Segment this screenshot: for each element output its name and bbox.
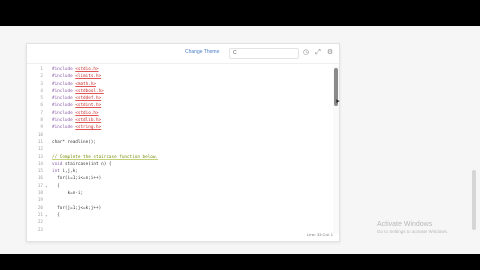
- code-line[interactable]: 10: [27, 132, 333, 139]
- code-text: {: [52, 183, 60, 189]
- code-line[interactable]: 6 #include <stdint.h>: [27, 102, 333, 109]
- line-number: 12: [37, 147, 43, 153]
- code-line[interactable]: 5 #include <stddef.h>: [27, 95, 333, 102]
- code-line[interactable]: 18 k=n-i;: [27, 190, 333, 197]
- fold-arrow-icon[interactable]: ▾: [45, 212, 47, 219]
- code-text: #include <stdio.h>: [52, 67, 99, 72]
- mouse-cursor-icon: ➤: [335, 99, 341, 105]
- code-line[interactable]: 1 #include <stdio.h>: [27, 66, 333, 73]
- line-number: 14: [37, 161, 43, 167]
- language-select[interactable]: C: [229, 48, 299, 59]
- line-number: 5: [40, 96, 43, 102]
- code-line[interactable]: 14 void staircase(int n) {: [27, 161, 333, 168]
- code-line[interactable]: 20 for(j=1;j<=k;j++): [27, 205, 333, 212]
- line-number: 16: [37, 176, 43, 182]
- watermark-title: Activate Windows: [377, 221, 433, 228]
- code-text: #include <string.h>: [52, 125, 102, 131]
- code-line[interactable]: 12: [27, 146, 333, 153]
- line-number: 9: [40, 125, 43, 131]
- line-number: 1: [40, 67, 43, 72]
- line-number: 20: [37, 205, 43, 211]
- settings-icon[interactable]: ⚙: [326, 49, 334, 57]
- language-value: C: [233, 50, 237, 56]
- line-number: 13: [37, 154, 43, 160]
- code-text: #include <stdbool.h>: [52, 88, 104, 94]
- code-text: #include <stddef.h>: [52, 96, 102, 102]
- code-text: // Complete the staircase function below…: [52, 154, 159, 160]
- line-number: 18: [37, 191, 43, 197]
- code-line[interactable]: 11 char* readline();: [27, 139, 333, 146]
- watermark-subtitle: Go to Settings to activate Windows.: [377, 229, 449, 234]
- line-number: 2: [40, 74, 43, 80]
- code-text: {: [52, 212, 60, 218]
- code-text: #include <stdlib.h>: [52, 118, 102, 124]
- code-line[interactable]: 4 #include <stdbool.h>: [27, 88, 333, 95]
- line-number: 4: [40, 88, 43, 94]
- line-number: 10: [37, 132, 43, 138]
- line-number: 15: [37, 169, 43, 175]
- bottom-black-bar: [0, 254, 480, 270]
- change-theme-button[interactable]: Change Theme: [185, 49, 219, 55]
- code-line[interactable]: 2 #include <limits.h>: [27, 73, 333, 80]
- code-text: #include <stdio.h>: [52, 110, 99, 116]
- line-number: 19: [37, 198, 43, 204]
- code-text: for(j=1;j<=k;j++): [52, 205, 102, 211]
- code-line[interactable]: 15 int i,j,k;: [27, 168, 333, 175]
- code-line[interactable]: 9 #include <string.h>: [27, 124, 333, 131]
- code-text: #include <limits.h>: [52, 74, 102, 80]
- line-number: 22: [37, 220, 43, 226]
- cursor-position-status: Line: 33 Col: 1: [307, 232, 333, 237]
- top-black-bar: [0, 0, 480, 26]
- code-editor[interactable]: Change Theme C ◷ ⤢ ⚙ 1 #include <stdio.h>…: [26, 43, 340, 242]
- code-line[interactable]: 8 #include <stdlib.h>: [27, 117, 333, 124]
- line-number: 17: [37, 183, 43, 189]
- code-text: #include <stdint.h>: [52, 103, 102, 109]
- code-line[interactable]: 23: [27, 227, 333, 234]
- editor-scrollbar[interactable]: [333, 66, 339, 234]
- code-line[interactable]: 17 ▾ {: [27, 183, 333, 190]
- code-text: char* readline();: [52, 139, 96, 145]
- code-text: int i,j,k;: [52, 169, 78, 175]
- editor-toolbar: Change Theme C ◷ ⤢ ⚙: [27, 44, 339, 64]
- line-number: 6: [40, 103, 43, 109]
- line-number: 8: [40, 118, 43, 124]
- fold-arrow-icon[interactable]: ▾: [45, 183, 47, 190]
- code-text: void staircase(int n) {: [52, 161, 112, 167]
- line-number: 7: [40, 110, 43, 116]
- code-line[interactable]: 3 #include <math.h>: [27, 81, 333, 88]
- line-number: 21: [37, 212, 43, 218]
- code-line[interactable]: 22: [27, 219, 333, 226]
- code-text: #include <math.h>: [52, 81, 96, 87]
- line-number: 11: [37, 139, 43, 145]
- code-line[interactable]: 13 // Complete the staircase function bel…: [27, 154, 333, 161]
- line-number: 3: [40, 81, 43, 87]
- code-text: for(i=1;i<=n;i++): [52, 176, 102, 182]
- activate-windows-watermark: Activate Windows Go to Settings to activ…: [377, 221, 448, 234]
- code-line[interactable]: 7 #include <stdio.h>: [27, 110, 333, 117]
- history-icon[interactable]: ◷: [302, 49, 310, 57]
- line-number: 23: [37, 227, 43, 233]
- code-area[interactable]: 1 #include <stdio.h> 2 #include <limits.h> 3…: [27, 66, 333, 234]
- page-scrollbar[interactable]: [472, 170, 476, 230]
- code-line[interactable]: 21 ▾ {: [27, 212, 333, 219]
- code-line[interactable]: 16 for(i=1;i<=n;i++): [27, 175, 333, 182]
- fullscreen-icon[interactable]: ⤢: [314, 49, 322, 57]
- code-text: k=n-i;: [52, 191, 84, 197]
- code-line[interactable]: 19: [27, 197, 333, 204]
